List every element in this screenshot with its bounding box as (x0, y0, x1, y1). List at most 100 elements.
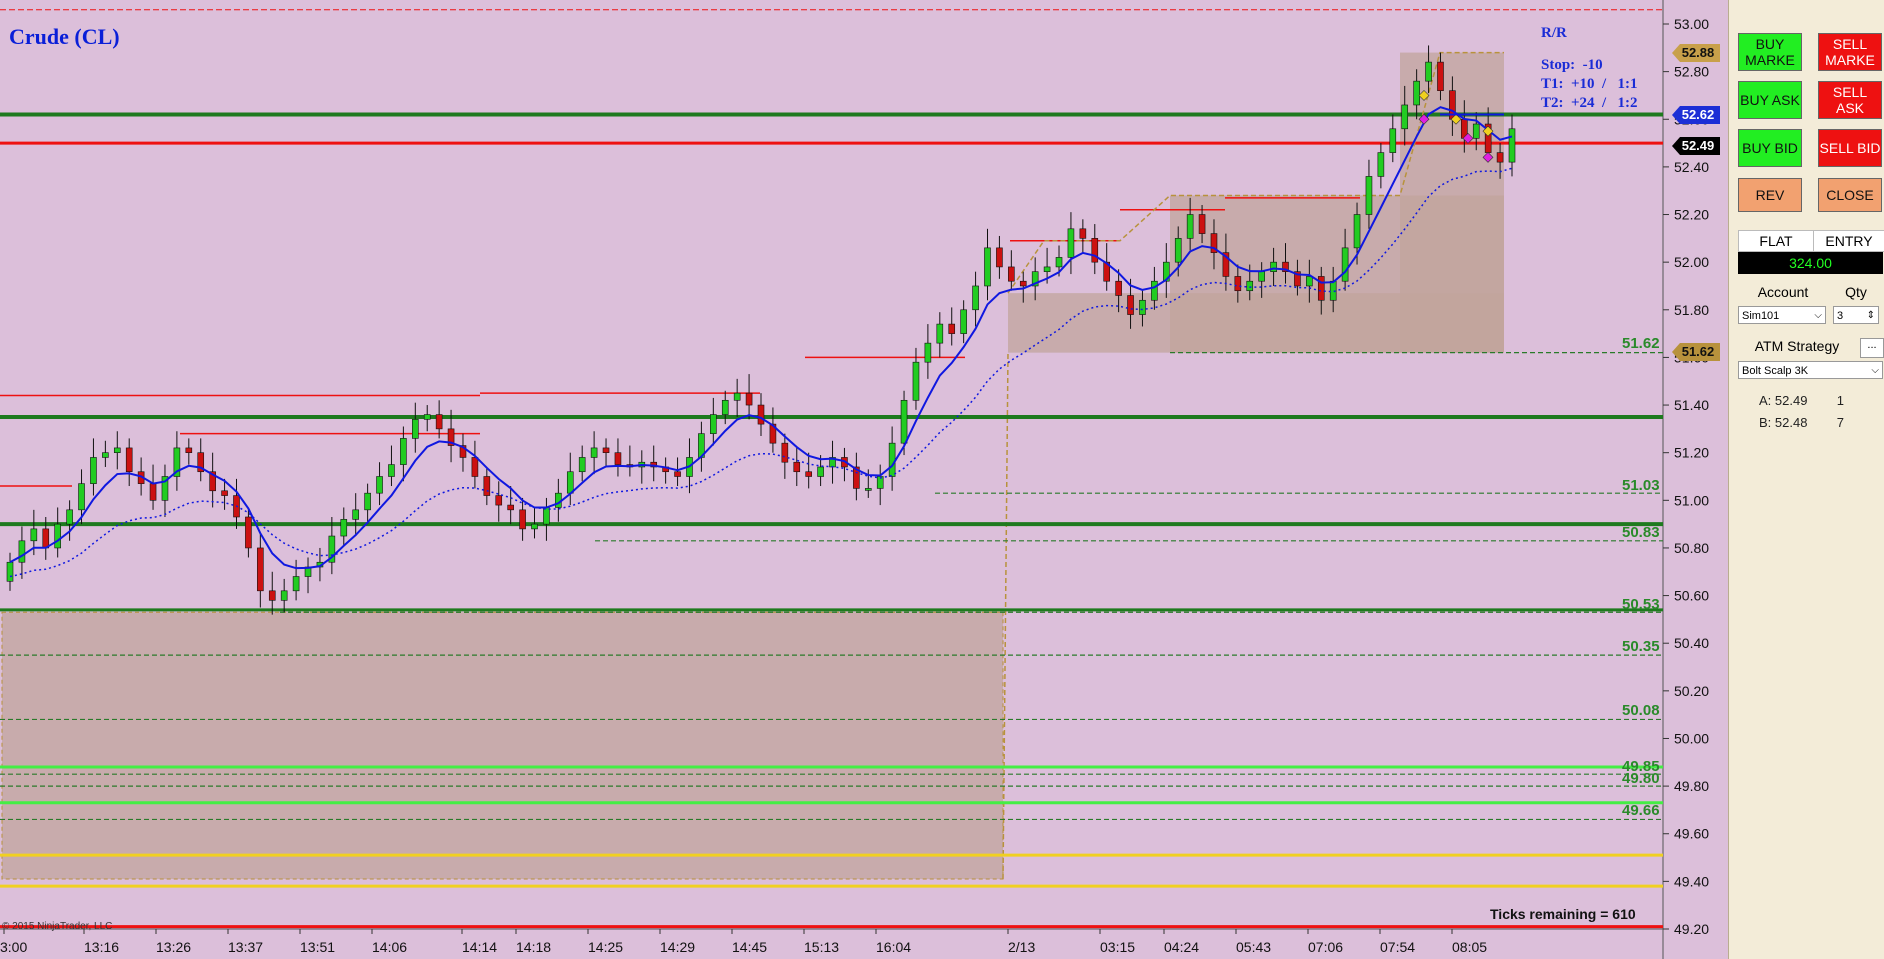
stop-zone-shade (1, 611, 1004, 880)
bull-candle (972, 285, 979, 311)
bull-candle (543, 507, 550, 525)
stop-trail-line (1002, 352, 1009, 879)
bull-candle (1067, 228, 1075, 258)
y-tick-label: 50.00 (1674, 730, 1709, 746)
atm-strategy-value: Bolt Scalp 3K (1742, 365, 1809, 377)
ask-label: A: (1759, 393, 1772, 408)
x-tick-label: 14:06 (372, 939, 407, 955)
bear-candle (471, 457, 479, 477)
bear-candle (1115, 280, 1122, 296)
bull-candle (292, 576, 300, 592)
bull-candle (376, 476, 383, 494)
bear-candle (1198, 214, 1206, 234)
bear-candle (257, 547, 264, 592)
account-select[interactable]: Sim101 ⌵ (1738, 306, 1826, 324)
bull-candle (1401, 104, 1409, 130)
bull-candle (936, 323, 944, 344)
bull-candle (1258, 271, 1265, 282)
bear-candle (1437, 61, 1444, 91)
bull-candle (30, 528, 38, 542)
bull-candle (1472, 123, 1480, 139)
atm-strategy-select[interactable]: Bolt Scalp 3K ⌵ (1738, 361, 1883, 379)
bear-candle (793, 461, 801, 473)
chart-trader-panel: BUY MARKE SELL MARKE BUY ASK SELL ASK BU… (1728, 0, 1884, 959)
entry-label: ENTRY (1813, 230, 1884, 252)
reverse-button[interactable]: REV (1738, 178, 1802, 212)
x-tick-label: 2/13 (1008, 939, 1035, 955)
level-label: 49.66 (1622, 802, 1660, 819)
buy-market-button[interactable]: BUY MARKE (1738, 33, 1802, 71)
stop-price-tag: 51.62 (1672, 343, 1720, 361)
bull-candle (78, 483, 85, 511)
rr-heading: R/R (1541, 25, 1567, 41)
bear-candle (1496, 152, 1504, 163)
ticks-remaining: Ticks remaining = 610 (1490, 906, 1636, 922)
bear-candle (42, 528, 50, 549)
x-tick-label: 14:14 (462, 939, 497, 955)
bull-candle (1246, 280, 1254, 292)
buy-ask-button[interactable]: BUY ASK (1738, 81, 1802, 119)
account-select-value: Sim101 (1742, 310, 1780, 322)
y-tick-label: 49.20 (1674, 921, 1709, 937)
ask-price: 52.49 (1774, 393, 1808, 408)
bull-candle (1353, 214, 1361, 249)
y-tick-label: 50.80 (1674, 540, 1709, 556)
bear-candle (1008, 266, 1015, 282)
level-label: 50.53 (1622, 596, 1660, 613)
bear-candle (674, 471, 681, 477)
bear-candle (185, 447, 193, 453)
bear-candle (221, 490, 228, 496)
y-tick-label: 52.80 (1674, 64, 1709, 80)
bull-candle (423, 414, 431, 420)
atm-strategy-label: ATM Strategy (1754, 338, 1840, 354)
atm-more-button[interactable]: ... (1860, 338, 1884, 358)
bull-candle (364, 492, 371, 511)
bull-candle (113, 447, 121, 453)
entry-line-price-tag: 52.62 (1672, 106, 1720, 124)
spinner-arrows-icon[interactable]: ⇕ (1867, 307, 1875, 325)
bear-candle (1234, 276, 1242, 292)
rr-stop: Stop: -10 (1541, 57, 1603, 73)
bear-candle (781, 442, 789, 463)
ask-size: 1 (1836, 393, 1844, 408)
y-tick-label: 50.20 (1674, 683, 1709, 699)
x-tick-label: 04:24 (1164, 939, 1199, 955)
level-label: 51.03 (1622, 477, 1660, 494)
qty-stepper[interactable]: 3 ⇕ (1833, 306, 1879, 324)
x-tick-label: 14:25 (588, 939, 623, 955)
bull-candle (1174, 238, 1182, 263)
x-tick-label: 16:04 (876, 939, 911, 955)
x-tick-label: 13:37 (228, 939, 263, 955)
rr-target2: T2: +24 / 1:2 (1541, 95, 1638, 111)
bull-candle (1055, 257, 1063, 268)
level-label: 49.80 (1622, 770, 1660, 787)
last-price-tag: 52.49 (1672, 137, 1720, 155)
sell-bid-button[interactable]: SELL BID (1818, 129, 1882, 167)
bear-candle (602, 447, 610, 453)
risk-reward-box: R/R Stop: -10 T1: +10 / 1:1 T2: +24 / 1:… (1541, 24, 1637, 113)
x-tick-label: 14:45 (732, 939, 767, 955)
chart-area[interactable]: 53.0052.8052.6052.4052.2052.0051.8051.60… (0, 0, 1728, 959)
bull-candle (912, 361, 920, 401)
sell-ask-button[interactable]: SELL ASK (1818, 81, 1882, 119)
bull-candle (721, 399, 729, 415)
sell-market-button[interactable]: SELL MARKE (1818, 33, 1882, 71)
x-tick-label: 13:16 (84, 939, 119, 955)
close-position-button[interactable]: CLOSE (1818, 178, 1882, 212)
chart-canvas[interactable]: 53.0052.8052.6052.4052.2052.0051.8051.60… (0, 0, 1728, 959)
bull-candle (352, 509, 359, 520)
bid-size: 7 (1836, 415, 1844, 430)
y-tick-label: 50.40 (1674, 635, 1709, 651)
x-tick-label: 13:51 (300, 939, 335, 955)
level-label: 50.35 (1622, 638, 1660, 655)
buy-bid-button[interactable]: BUY BID (1738, 129, 1802, 167)
bull-candle (1043, 266, 1051, 272)
bull-candle (6, 561, 14, 582)
bull-candle (531, 523, 538, 530)
bear-candle (149, 483, 157, 501)
bull-candle (400, 438, 407, 465)
x-tick-label: 14:18 (516, 939, 551, 955)
bull-candle (924, 342, 932, 363)
x-tick-label: 14:29 (660, 939, 695, 955)
bear-candle (948, 323, 956, 334)
